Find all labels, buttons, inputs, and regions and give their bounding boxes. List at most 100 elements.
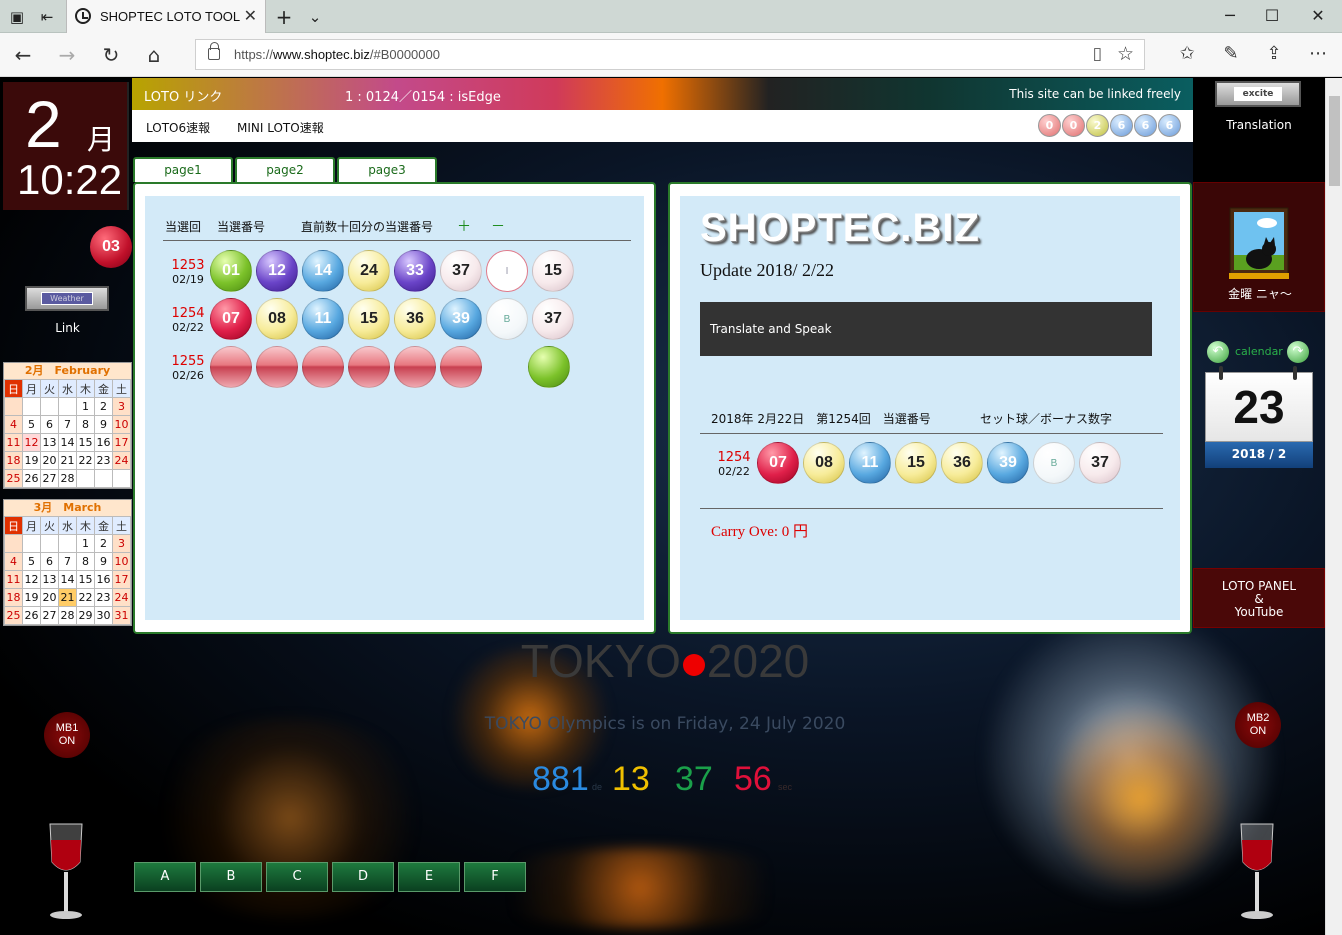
button-b[interactable]: B xyxy=(200,862,262,892)
set-aside-tabs-icon[interactable]: ⇤ xyxy=(36,6,58,28)
free-link-text[interactable]: This site can be linked freely xyxy=(1009,87,1181,101)
clock-month-kanji: 月 xyxy=(87,123,116,156)
tab-favicon-clock-icon xyxy=(75,8,91,24)
march-calendar-grid: 日月火水木金土 123 4 5 6 7 8 9 10 11 12 13 14 15 16 17 18 19… xyxy=(4,516,131,625)
button-d[interactable]: D xyxy=(332,862,394,892)
calendar-day xyxy=(76,469,95,488)
maximize-icon[interactable]: ☐ xyxy=(1257,6,1287,25)
rising-sun-dot-icon xyxy=(682,653,705,676)
calendar-day: 27 xyxy=(40,469,59,488)
mb2-state: ON xyxy=(1249,725,1267,737)
weather-button[interactable]: Weather xyxy=(25,286,109,311)
favorites-hub-icon[interactable]: ✩ xyxy=(1174,43,1200,64)
countdown-days-unit: de xyxy=(592,782,603,792)
loto-panel-youtube-link[interactable]: LOTO PANEL & YouTube xyxy=(1193,568,1325,628)
loto-panel-line: LOTO PANEL xyxy=(1221,579,1297,593)
scrollbar-thumb[interactable] xyxy=(1329,96,1340,186)
translate-speak-bar[interactable]: Translate and Speak xyxy=(700,302,1152,356)
calendar-day: 14 xyxy=(58,570,77,589)
calendar-day: 10 xyxy=(112,415,131,434)
calendar-day xyxy=(40,397,59,416)
tab-page1[interactable]: page1 xyxy=(133,157,233,182)
calendar-day: 25 xyxy=(4,606,23,625)
mb1-toggle[interactable]: MB1 ON xyxy=(44,712,90,758)
tab-page3[interactable]: page3 xyxy=(337,157,437,182)
calendar-day: 22 xyxy=(76,588,95,607)
favorite-star-icon[interactable]: ☆ xyxy=(1117,43,1134,65)
tab-title: SHOPTEC LOTO TOOL xyxy=(100,9,241,24)
forward-arrow-icon[interactable]: → xyxy=(54,43,80,67)
weekday: 木 xyxy=(76,516,95,535)
loto-panel-line: YouTube xyxy=(1234,605,1284,619)
tab-close-icon[interactable]: ✕ xyxy=(244,6,257,25)
button-c[interactable]: C xyxy=(266,862,328,892)
tab-actions-icon[interactable]: ▣ xyxy=(6,6,28,28)
lock-icon xyxy=(208,42,220,60)
button-a[interactable]: A xyxy=(134,862,196,892)
calendar-day: 6 xyxy=(40,415,59,434)
calendar-day: 20 xyxy=(40,451,59,470)
browser-tab-bar: ▣ ⇤ SHOPTEC LOTO TOOL ✕ + ⌄ ─ ☐ ✕ xyxy=(0,0,1342,33)
cat-widget[interactable]: 金曜 ニャ～ xyxy=(1193,182,1325,312)
counter-digit: 6 xyxy=(1110,114,1133,137)
calendar-day: 1 xyxy=(76,534,95,553)
round-label: 1253 02/19 xyxy=(168,258,208,286)
calendar-day: 25 xyxy=(4,469,23,488)
calendar-day xyxy=(112,469,131,488)
plus-button[interactable]: ＋ xyxy=(457,216,471,236)
url-text: https://www.shoptec.biz/#B0000000 xyxy=(234,47,440,62)
countdown-seconds-unit: sec xyxy=(778,782,793,792)
february-calendar: 2月 February 日月火水木金土 123 4 5 6 7 8 9 10 11 12 13 1… xyxy=(3,362,132,489)
calendar-day: 27 xyxy=(40,606,59,625)
notes-pen-icon[interactable]: ✎ xyxy=(1218,43,1244,64)
weekday: 水 xyxy=(58,516,77,535)
mb2-toggle[interactable]: MB2 ON xyxy=(1235,702,1281,748)
loto6-link[interactable]: LOTO6速報 xyxy=(146,119,210,136)
address-bar[interactable]: https://www.shoptec.biz/#B0000000 ▯ ☆ xyxy=(195,39,1145,70)
tab-list-chevron-icon[interactable]: ⌄ xyxy=(304,6,326,28)
home-icon[interactable]: ⌂ xyxy=(141,43,167,67)
lotto-ball: 37 xyxy=(440,250,482,292)
minimize-icon[interactable]: ─ xyxy=(1215,6,1245,25)
calendar-day: 16 xyxy=(94,570,113,589)
lotto-ball: 11 xyxy=(849,442,891,484)
lotto-ball: 14 xyxy=(302,250,344,292)
more-menu-icon[interactable]: ⋯ xyxy=(1305,43,1331,64)
button-f[interactable]: F xyxy=(464,862,526,892)
minus-button[interactable]: － xyxy=(491,216,505,236)
weekday: 月 xyxy=(22,379,41,398)
calendar-day: 24 xyxy=(112,588,131,607)
calendar-day: 18 xyxy=(4,451,23,470)
top-banner: LOTO リンク 1 : 0124／0154 : isEdge This sit… xyxy=(132,78,1193,110)
window-close-icon[interactable]: ✕ xyxy=(1303,6,1333,25)
page-scrollbar[interactable] xyxy=(1325,78,1342,935)
calendar-day: 5 xyxy=(22,552,41,571)
tab-page2[interactable]: page2 xyxy=(235,157,335,182)
button-e[interactable]: E xyxy=(398,862,460,892)
new-tab-icon[interactable]: + xyxy=(273,5,295,29)
col-round-header: 当選回 xyxy=(165,220,202,234)
share-icon[interactable]: ⇪ xyxy=(1261,43,1287,64)
miniloto-link[interactable]: MINI LOTO速報 xyxy=(237,119,324,136)
link-label[interactable]: Link xyxy=(3,321,132,335)
pending-ball xyxy=(394,346,436,388)
calendar-label: calendar xyxy=(1235,345,1283,358)
back-arrow-icon[interactable]: ← xyxy=(10,43,36,67)
translation-link[interactable]: Translation xyxy=(1193,118,1325,132)
loto-panel-line: & xyxy=(1254,592,1264,606)
calendar-prev-icon[interactable]: ↶ xyxy=(1207,341,1229,363)
calendar-day: 6 xyxy=(40,552,59,571)
counter-digit: 6 xyxy=(1158,114,1181,137)
browser-tab[interactable]: SHOPTEC LOTO TOOL ✕ xyxy=(66,0,266,33)
calendar-next-icon[interactable]: ↷ xyxy=(1287,341,1309,363)
refresh-icon[interactable]: ↻ xyxy=(98,43,124,67)
day-badge[interactable]: 03 xyxy=(90,226,132,268)
translation-box: excite Translation xyxy=(1193,78,1325,182)
reading-view-icon[interactable]: ▯ xyxy=(1093,44,1102,64)
calendar-day xyxy=(22,534,41,553)
weekday: 金 xyxy=(94,379,113,398)
translate-speak-label: Translate and Speak xyxy=(710,322,832,336)
loto-link[interactable]: LOTO リンク xyxy=(144,86,222,105)
excite-button[interactable]: excite xyxy=(1215,81,1301,107)
calendar-day: 26 xyxy=(22,606,41,625)
